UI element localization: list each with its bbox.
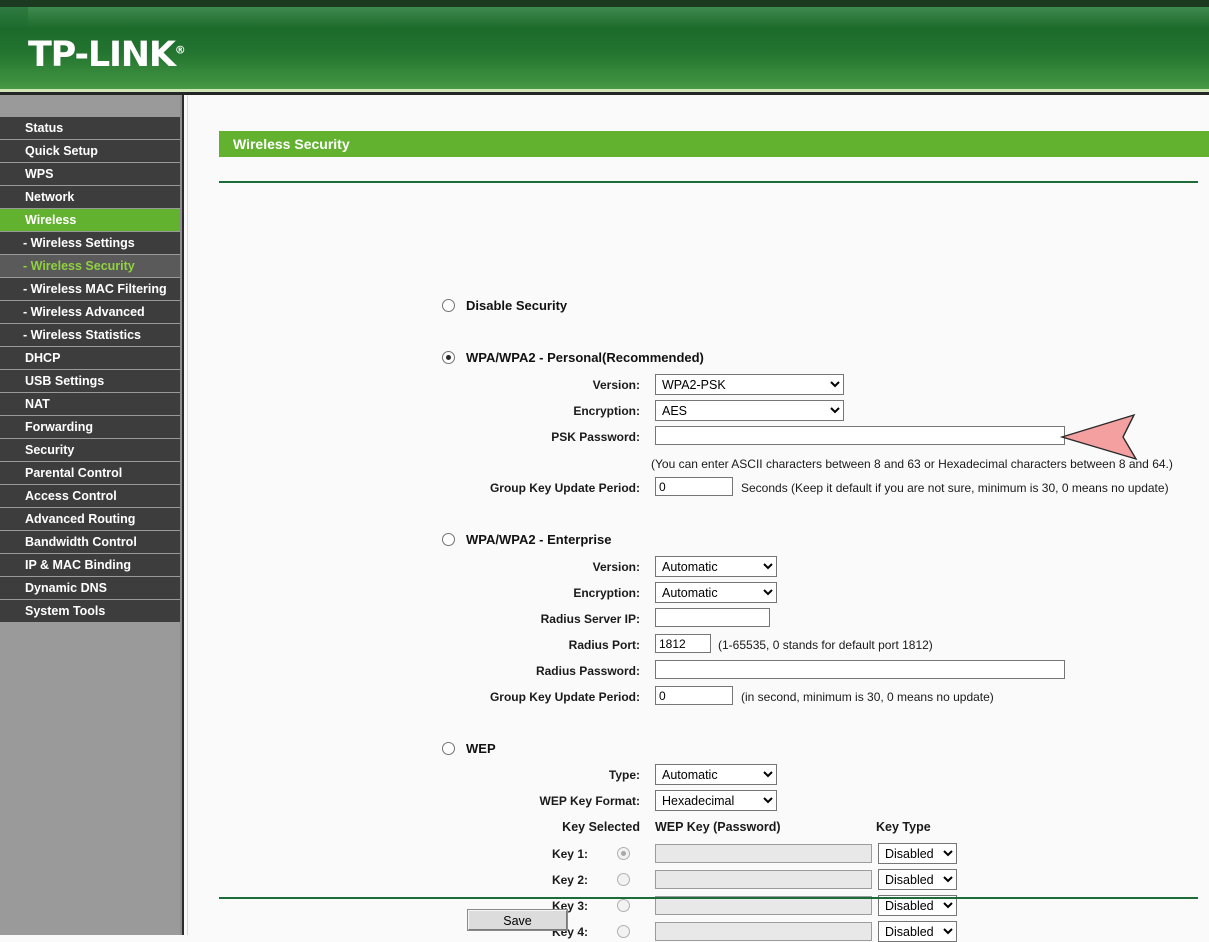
radio-wpa-enterprise[interactable] xyxy=(442,533,455,546)
personal-group-key-field[interactable] xyxy=(655,477,733,496)
option-wep[interactable]: WEP xyxy=(442,741,496,756)
bottom-divider-rule xyxy=(219,897,1198,899)
option-disable-security[interactable]: Disable Security xyxy=(442,298,567,313)
wep-key-1-label: Key 1: xyxy=(551,847,588,861)
personal-group-key-label: Group Key Update Period: xyxy=(489,481,640,495)
logo-text: TP-LINK xyxy=(28,35,176,75)
personal-version-select[interactable]: AutomaticWPA-PSKWPA2-PSK xyxy=(655,374,844,395)
top-dark-strip xyxy=(0,0,1209,7)
sidebar-item-wireless-settings[interactable]: - Wireless Settings xyxy=(0,232,182,255)
psk-password-field[interactable] xyxy=(655,426,1065,445)
wep-key-3-radio[interactable] xyxy=(617,899,630,912)
enterprise-encryption-label: Encryption: xyxy=(573,586,640,600)
sidebar-right-edge xyxy=(180,95,182,935)
sidebar-item-network[interactable]: Network xyxy=(0,186,182,209)
brand-banner: TP-LINK® xyxy=(0,7,1209,89)
page-body: Status Quick Setup WPS Network Wireless - Wir… xyxy=(0,95,1209,942)
psk-password-hint: (You can enter ASCII characters between … xyxy=(651,457,1173,471)
wep-key-2-field[interactable] xyxy=(655,870,872,889)
sidebar-item-security[interactable]: Security xyxy=(0,439,182,462)
sidebar-navigation: Status Quick Setup WPS Network Wireless - Wir… xyxy=(0,95,182,935)
personal-group-key-hint: Seconds (Keep it default if you are not … xyxy=(741,481,1169,495)
sidebar-item-wireless-advanced[interactable]: - Wireless Advanced xyxy=(0,301,182,324)
sidebar-item-usb-settings[interactable]: USB Settings xyxy=(0,370,182,393)
radio-wpa-personal[interactable] xyxy=(442,351,455,364)
sidebar-item-dhcp[interactable]: DHCP xyxy=(0,347,182,370)
radio-wep[interactable] xyxy=(442,742,455,755)
option-wpa-enterprise-label: WPA/WPA2 - Enterprise xyxy=(466,532,612,547)
sidebar-item-bandwidth-control[interactable]: Bandwidth Control xyxy=(0,531,182,554)
sidebar-item-advanced-routing[interactable]: Advanced Routing xyxy=(0,508,182,531)
sidebar-top-padding xyxy=(0,95,182,117)
wep-col-wep-key: WEP Key (Password) xyxy=(655,820,781,834)
sidebar-item-wireless-mac-filtering[interactable]: - Wireless MAC Filtering xyxy=(0,278,182,301)
radius-password-label: Radius Password: xyxy=(535,664,640,678)
sidebar-item-parental-control[interactable]: Parental Control xyxy=(0,462,182,485)
enterprise-encryption-select[interactable]: AutomaticTKIPAES xyxy=(655,582,777,603)
enterprise-group-key-hint: (in second, minimum is 30, 0 means no up… xyxy=(741,690,994,704)
sidebar-item-nat[interactable]: NAT xyxy=(0,393,182,416)
enterprise-group-key-field[interactable] xyxy=(655,686,733,705)
radius-port-field[interactable] xyxy=(655,634,711,653)
sidebar-item-system-tools[interactable]: System Tools xyxy=(0,600,182,623)
sidebar-item-wireless[interactable]: Wireless xyxy=(0,209,182,232)
wep-type-label: Type: xyxy=(608,768,640,782)
wep-key-2-type-select[interactable]: Disabled64bit128bit152bit xyxy=(878,869,957,890)
wep-key-format-select[interactable]: HexadecimalASCII xyxy=(655,790,777,811)
radius-server-ip-label: Radius Server IP: xyxy=(540,612,640,626)
top-divider-rule xyxy=(219,181,1198,183)
wep-key-2-label: Key 2: xyxy=(551,873,588,887)
main-content: Wireless Security Disable Security WPA/W… xyxy=(188,95,1209,942)
option-wep-label: WEP xyxy=(466,741,496,756)
save-button[interactable]: Save xyxy=(468,910,567,930)
wep-key-4-radio[interactable] xyxy=(617,925,630,938)
sidebar-item-wireless-security[interactable]: - Wireless Security xyxy=(0,255,182,278)
sidebar-item-access-control[interactable]: Access Control xyxy=(0,485,182,508)
wep-col-key-selected: Key Selected xyxy=(562,820,640,834)
personal-version-label: Version: xyxy=(592,378,640,392)
wep-key-format-label: WEP Key Format: xyxy=(539,794,640,808)
wep-key-1-radio[interactable] xyxy=(617,847,630,860)
annotation-arrow-icon xyxy=(1060,413,1138,461)
sidebar-item-status[interactable]: Status xyxy=(0,117,182,140)
enterprise-version-select[interactable]: AutomaticWPAWPA2 xyxy=(655,556,777,577)
option-wpa-enterprise[interactable]: WPA/WPA2 - Enterprise xyxy=(442,532,611,547)
sidebar-item-wps[interactable]: WPS xyxy=(0,163,182,186)
personal-encryption-select[interactable]: AutomaticTKIPAES xyxy=(655,400,844,421)
sidebar-item-dynamic-dns[interactable]: Dynamic DNS xyxy=(0,577,182,600)
sidebar-item-ip-mac-binding[interactable]: IP & MAC Binding xyxy=(0,554,182,577)
wep-key-1-type-select[interactable]: Disabled64bit128bit152bit xyxy=(878,843,957,864)
wep-col-key-type: Key Type xyxy=(876,820,931,834)
banner-corner-accent xyxy=(0,7,28,29)
wep-key-4-type-select[interactable]: Disabled64bit128bit152bit xyxy=(878,921,957,942)
sidebar-item-quick-setup[interactable]: Quick Setup xyxy=(0,140,182,163)
radius-server-ip-field[interactable] xyxy=(655,608,770,627)
radius-port-hint: (1-65535, 0 stands for default port 1812… xyxy=(718,638,933,652)
radio-disable-security[interactable] xyxy=(442,299,455,312)
personal-encryption-label: Encryption: xyxy=(573,404,640,418)
sidebar-item-forwarding[interactable]: Forwarding xyxy=(0,416,182,439)
wep-key-1-field[interactable] xyxy=(655,844,872,863)
option-disable-security-label: Disable Security xyxy=(466,298,568,313)
option-wpa-personal-label: WPA/WPA2 - Personal(Recommended) xyxy=(466,350,704,365)
option-wpa-personal[interactable]: WPA/WPA2 - Personal(Recommended) xyxy=(442,350,704,365)
registered-mark: ® xyxy=(174,43,186,57)
radius-port-label: Radius Port: xyxy=(568,638,640,652)
tplink-logo: TP-LINK® xyxy=(28,35,186,75)
sidebar-item-list: Status Quick Setup WPS Network Wireless - Wir… xyxy=(0,117,182,623)
wep-type-select[interactable]: AutomaticOpen SystemShared Key xyxy=(655,764,777,785)
page-title: Wireless Security xyxy=(219,131,1209,157)
radius-password-field[interactable] xyxy=(655,660,1065,679)
psk-password-label: PSK Password: xyxy=(551,430,640,444)
enterprise-group-key-label: Group Key Update Period: xyxy=(489,690,640,704)
sidebar-item-wireless-statistics[interactable]: - Wireless Statistics xyxy=(0,324,182,347)
wep-key-2-radio[interactable] xyxy=(617,873,630,886)
enterprise-version-label: Version: xyxy=(592,560,640,574)
wep-key-4-field[interactable] xyxy=(655,922,872,941)
